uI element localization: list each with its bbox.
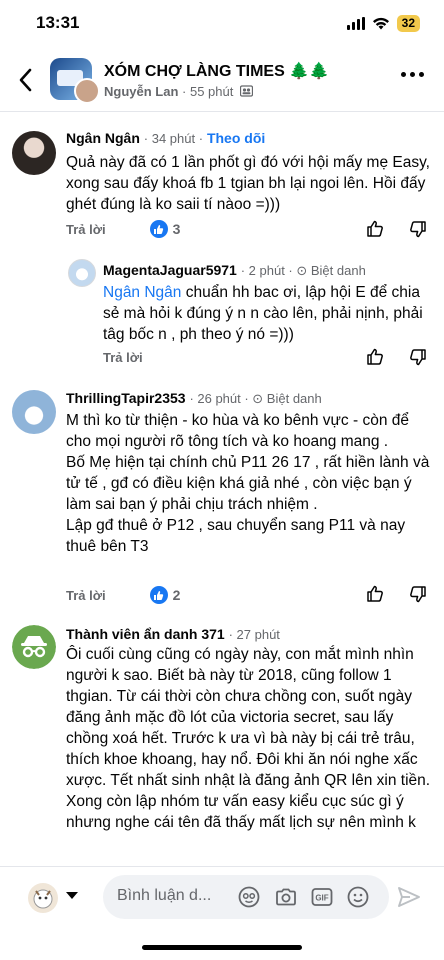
signal-icon: [346, 17, 365, 30]
commenter-name[interactable]: Thành viên ẩn danh 371: [66, 626, 225, 642]
status-bar: 13:31 32: [0, 0, 444, 48]
comment-text: Ngân Ngân chuẩn hh bac ơi, lập hội E để …: [103, 284, 423, 343]
group-name[interactable]: XÓM CHỢ LÀNG TIMES 🌲🌲: [104, 61, 329, 81]
avatar-sticker-icon[interactable]: [237, 885, 261, 909]
downvote-icon[interactable]: [408, 347, 428, 367]
commenter-avatar[interactable]: [12, 131, 56, 175]
more-options-button[interactable]: [401, 72, 424, 77]
like-count: 3: [172, 221, 181, 237]
battery-indicator: 32: [396, 15, 420, 32]
commenter-avatar[interactable]: [12, 390, 56, 434]
reply-button[interactable]: Trả lời: [66, 588, 106, 603]
comment-input[interactable]: Bình luận d... GIF: [103, 875, 389, 919]
comment-time: · 27 phút: [228, 627, 280, 642]
comment-item: Ngân Ngân · 34 phút · Theo dõi Quả này đ…: [0, 126, 444, 244]
group-icon: [239, 85, 254, 97]
anonymous-avatar-icon[interactable]: [12, 625, 56, 669]
comment-text: M thì ko từ thiện - ko hùa và ko bênh vự…: [66, 412, 430, 555]
upvote-icon[interactable]: [365, 347, 385, 367]
wifi-icon: [372, 17, 389, 30]
commenter-name[interactable]: Ngân Ngân: [66, 130, 140, 146]
follow-button[interactable]: Theo dõi: [207, 130, 265, 146]
send-icon[interactable]: [396, 884, 422, 910]
comment-time: · 34 phút ·: [143, 131, 204, 146]
upvote-icon[interactable]: [365, 584, 385, 604]
post-header: XÓM CHỢ LÀNG TIMES 🌲🌲 Nguyễn Lan · 55 ph…: [0, 48, 444, 112]
like-reaction-icon: [149, 220, 168, 238]
post-time: 55 phút: [189, 84, 234, 99]
identity-switch-caret-icon[interactable]: [66, 892, 78, 899]
comment-composer: Bình luận d... GIF: [0, 866, 444, 960]
like-reaction-icon: [149, 586, 168, 604]
commenter-avatar[interactable]: [68, 259, 96, 287]
post-author[interactable]: Nguyễn Lan: [104, 84, 178, 99]
reply-button[interactable]: Trả lời: [103, 350, 143, 365]
status-time: 13:31: [36, 13, 80, 32]
upvote-icon[interactable]: [365, 219, 385, 239]
post-meta: Nguyễn Lan · 55 phút: [104, 84, 254, 99]
downvote-icon[interactable]: [408, 584, 428, 604]
commenter-name[interactable]: MagentaJaguar5971: [103, 262, 237, 278]
reply-item: MagentaJaguar5971 · 2 phút · ⊙ Biệt danh…: [0, 258, 444, 370]
svg-text:GIF: GIF: [315, 894, 328, 903]
emoji-icon[interactable]: [346, 885, 370, 909]
mention-link[interactable]: Ngân Ngân: [103, 284, 181, 301]
home-indicator: [142, 945, 302, 950]
downvote-icon[interactable]: [408, 219, 428, 239]
reply-button[interactable]: Trả lời: [66, 222, 106, 237]
camera-icon[interactable]: [274, 885, 298, 909]
back-arrow-icon[interactable]: [14, 66, 38, 94]
comment-text: Quả này đã có 1 lần phốt gì đó với hội m…: [66, 154, 430, 213]
comment-item: ThrillingTapir2353 · 26 phút · ⊙ Biệt da…: [0, 386, 444, 608]
comment-text: Ôi cuối cùng cũng có ngày này, con mắt m…: [66, 646, 431, 831]
author-avatar[interactable]: [74, 78, 100, 104]
current-user-avatar[interactable]: [28, 883, 58, 913]
comment-time: · 2 phút · ⊙ Biệt danh: [240, 263, 366, 278]
comment-input-placeholder: Bình luận d...: [117, 887, 212, 904]
comment-item: Thành viên ẩn danh 371 · 27 phút Ôi cuối…: [0, 622, 444, 866]
gif-icon[interactable]: GIF: [310, 885, 334, 909]
like-count: 2: [172, 587, 181, 603]
commenter-name[interactable]: ThrillingTapir2353: [66, 390, 186, 406]
comment-time: · 26 phút · ⊙ Biệt danh: [189, 391, 322, 406]
